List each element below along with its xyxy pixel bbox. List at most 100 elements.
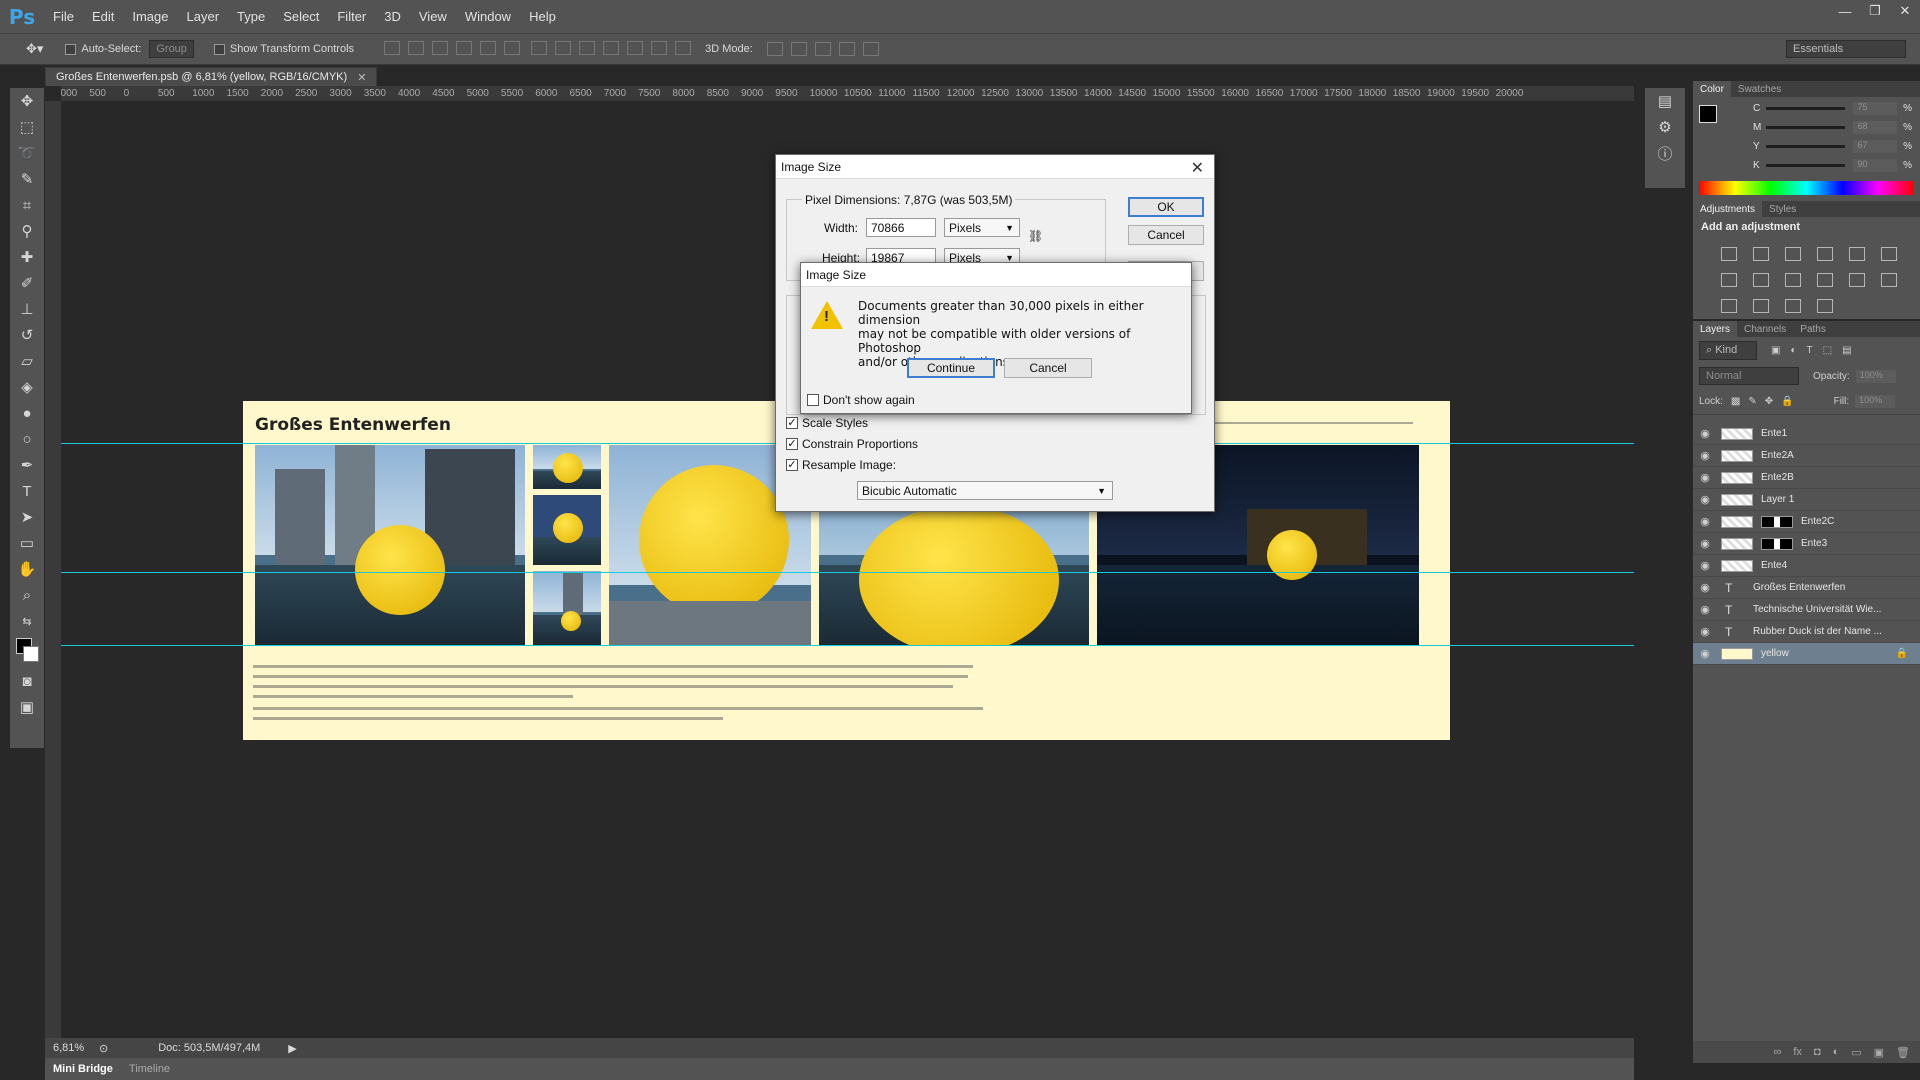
- lock-transparent-icon[interactable]: ▩: [1731, 396, 1740, 407]
- status-info-icon[interactable]: ⊙: [99, 1042, 108, 1055]
- visibility-eye-icon[interactable]: ◉: [1693, 581, 1717, 594]
- black-white-icon[interactable]: [1753, 273, 1769, 287]
- align-top-icon[interactable]: [384, 40, 401, 55]
- visibility-eye-icon[interactable]: ◉: [1693, 427, 1717, 440]
- maximize-button[interactable]: ❐: [1860, 0, 1890, 22]
- auto-align-icon[interactable]: [675, 40, 692, 55]
- menu-edit[interactable]: Edit: [83, 9, 123, 24]
- close-window-button[interactable]: ✕: [1890, 0, 1920, 22]
- visibility-eye-icon[interactable]: ◉: [1693, 515, 1717, 528]
- pen-tool-icon[interactable]: ✒: [10, 452, 44, 478]
- layer-mask-thumbnail[interactable]: [1761, 537, 1793, 550]
- minimize-button[interactable]: —: [1830, 0, 1860, 22]
- 3d-slide-icon[interactable]: [838, 42, 855, 56]
- filter-pixel-icon[interactable]: ▣: [1771, 345, 1780, 356]
- hand-tool-icon[interactable]: ✋: [10, 556, 44, 582]
- blend-mode-dropdown[interactable]: Normal: [1699, 367, 1799, 385]
- path-select-tool-icon[interactable]: ➤: [10, 504, 44, 530]
- channel-mixer-icon[interactable]: [1817, 273, 1833, 287]
- vibrance-icon[interactable]: [1849, 247, 1865, 261]
- zoom-level[interactable]: 6,81%: [45, 1042, 89, 1054]
- layer-row[interactable]: ◉ Ente2C: [1693, 511, 1920, 533]
- yellow-slider[interactable]: Y 67%: [1693, 137, 1920, 156]
- status-menu-arrow-icon[interactable]: ▶: [288, 1042, 296, 1055]
- color-lookup-icon[interactable]: [1849, 273, 1865, 287]
- brightness-contrast-icon[interactable]: [1721, 247, 1737, 261]
- ok-button[interactable]: OK: [1128, 197, 1204, 217]
- invert-icon[interactable]: [1881, 273, 1897, 287]
- align-middle-icon[interactable]: [408, 40, 425, 55]
- menu-help[interactable]: Help: [520, 9, 565, 24]
- photo-filter-icon[interactable]: [1785, 273, 1801, 287]
- foreground-background-colors[interactable]: [10, 634, 44, 668]
- color-spectrum-bar[interactable]: [1699, 181, 1914, 195]
- foreground-color-swatch[interactable]: [1699, 105, 1717, 123]
- 3d-scale-icon[interactable]: [862, 42, 879, 56]
- menu-window[interactable]: Window: [456, 9, 520, 24]
- tab-adjustments[interactable]: Adjustments: [1693, 201, 1763, 217]
- tab-swatches[interactable]: Swatches: [1731, 81, 1788, 97]
- curves-icon[interactable]: [1785, 247, 1801, 261]
- layer-row[interactable]: ◉ T Technische Universität Wie...: [1693, 599, 1920, 621]
- filter-adjustment-icon[interactable]: ◐: [1790, 345, 1796, 356]
- constrain-proportions-checkbox[interactable]: ✓: [786, 438, 798, 450]
- black-slider[interactable]: K 90%: [1693, 156, 1920, 175]
- menu-layer[interactable]: Layer: [178, 9, 229, 24]
- guide-line[interactable]: [61, 572, 1634, 573]
- delete-layer-icon[interactable]: 🗑: [1896, 1046, 1910, 1059]
- layer-style-icon[interactable]: fx: [1793, 1046, 1802, 1058]
- continue-button[interactable]: Continue: [907, 358, 995, 378]
- visibility-eye-icon[interactable]: ◉: [1693, 647, 1717, 660]
- menu-3d[interactable]: 3D: [375, 9, 410, 24]
- lock-position-icon[interactable]: ✥: [1765, 396, 1773, 407]
- history-brush-tool-icon[interactable]: ↺: [10, 322, 44, 348]
- selective-color-icon[interactable]: [1785, 299, 1801, 313]
- new-group-icon[interactable]: ▭: [1851, 1046, 1861, 1059]
- distribute-right-icon[interactable]: [651, 40, 668, 55]
- distribute-bottom-icon[interactable]: [579, 40, 596, 55]
- move-tool-icon[interactable]: ✥: [10, 88, 44, 114]
- eyedropper-tool-icon[interactable]: ⚲: [10, 218, 44, 244]
- scale-styles-checkbox[interactable]: ✓: [786, 417, 798, 429]
- show-transform-checkbox[interactable]: [213, 43, 225, 55]
- magenta-slider[interactable]: M 68%: [1693, 118, 1920, 137]
- menu-image[interactable]: Image: [123, 9, 177, 24]
- gradient-map-icon[interactable]: [1817, 299, 1833, 313]
- layer-row[interactable]: ◉ Ente3: [1693, 533, 1920, 555]
- threshold-icon[interactable]: [1753, 299, 1769, 313]
- tab-channels[interactable]: Channels: [1737, 321, 1793, 337]
- crop-tool-icon[interactable]: ⌗: [10, 192, 44, 218]
- background-color-swatch[interactable]: [23, 646, 39, 662]
- align-bottom-icon[interactable]: [432, 40, 449, 55]
- marquee-tool-icon[interactable]: ⬚: [10, 114, 44, 140]
- tab-layers[interactable]: Layers: [1693, 321, 1738, 337]
- dodge-tool-icon[interactable]: ○: [10, 426, 44, 452]
- tab-color[interactable]: Color: [1693, 81, 1731, 97]
- brush-tool-icon[interactable]: ✐: [10, 270, 44, 296]
- menu-select[interactable]: Select: [274, 9, 328, 24]
- properties-panel-icon[interactable]: ⚙: [1645, 114, 1685, 140]
- layer-row[interactable]: ◉ T Rubber Duck ist der Name ...: [1693, 621, 1920, 643]
- visibility-eye-icon[interactable]: ◉: [1693, 625, 1717, 638]
- posterize-icon[interactable]: [1721, 299, 1737, 313]
- info-panel-icon[interactable]: ⓘ: [1645, 140, 1685, 166]
- vertical-ruler[interactable]: [45, 101, 61, 1041]
- swap-colors-icon[interactable]: ⇆: [10, 608, 44, 634]
- menu-view[interactable]: View: [410, 9, 456, 24]
- visibility-eye-icon[interactable]: ◉: [1693, 449, 1717, 462]
- layer-row[interactable]: ◉ Ente2A: [1693, 445, 1920, 467]
- width-unit-dropdown[interactable]: Pixels ▼: [944, 218, 1020, 237]
- auto-select-target-dropdown[interactable]: Group: [149, 40, 194, 58]
- screen-mode-icon[interactable]: ▣: [10, 694, 44, 720]
- zoom-tool-icon[interactable]: ⌕: [10, 582, 44, 608]
- resample-image-checkbox[interactable]: ✓: [786, 459, 798, 471]
- dont-show-again-checkbox[interactable]: [807, 394, 819, 406]
- close-document-icon[interactable]: ✕: [357, 71, 366, 84]
- new-layer-icon[interactable]: ▣: [1874, 1046, 1884, 1059]
- new-adjustment-icon[interactable]: ◐: [1833, 1046, 1840, 1058]
- menu-filter[interactable]: Filter: [328, 9, 375, 24]
- move-tool-icon[interactable]: ✥▾: [26, 41, 43, 57]
- shape-tool-icon[interactable]: ▭: [10, 530, 44, 556]
- menu-type[interactable]: Type: [228, 9, 274, 24]
- eraser-tool-icon[interactable]: ▱: [10, 348, 44, 374]
